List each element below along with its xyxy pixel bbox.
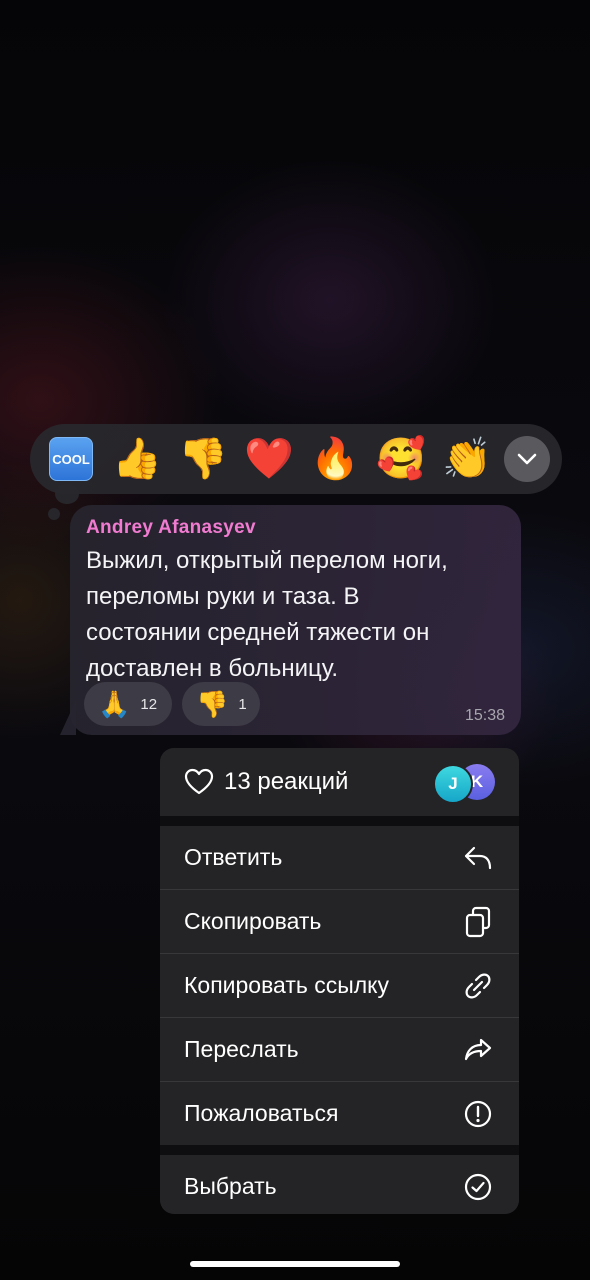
menu-item-label: Ответить bbox=[184, 844, 283, 870]
menu-item-label: Пожаловаться bbox=[184, 1100, 339, 1126]
message-line: состоянии средней тяжести он bbox=[86, 619, 430, 646]
reactions-count-label: 13 реакций bbox=[224, 768, 349, 795]
reply-icon bbox=[463, 843, 493, 873]
reaction-chip-thumbs-down[interactable]: 👎 1 bbox=[182, 682, 260, 726]
forward-icon bbox=[463, 1035, 493, 1065]
clapping-hands-emoji[interactable]: 👏 bbox=[434, 426, 500, 492]
avatar: J bbox=[433, 764, 473, 804]
copy-icon bbox=[463, 906, 493, 937]
context-menu: 13 реакций K J Ответить Скопировать Копи… bbox=[160, 748, 519, 1214]
thumbs-down-emoji: 👎 bbox=[196, 688, 229, 719]
message-reactions: 🙏 12 👎 1 bbox=[84, 682, 260, 726]
message-bubble[interactable]: Andrey Afanasyev Выжил, открытый перелом… bbox=[70, 505, 521, 735]
reaction-picker: COOL 👍 👎 ❤️ 🔥 🥰 👏 bbox=[30, 424, 562, 494]
select-menu-item[interactable]: Выбрать bbox=[160, 1155, 519, 1214]
red-heart-emoji[interactable]: ❤️ bbox=[236, 426, 302, 492]
chevron-down-icon bbox=[517, 453, 537, 465]
thumbs-up-emoji[interactable]: 👍 bbox=[104, 426, 170, 492]
menu-item-label: Выбрать bbox=[184, 1173, 277, 1199]
link-icon bbox=[463, 971, 493, 1001]
reactions-summary-row[interactable]: 13 реакций K J bbox=[160, 748, 519, 816]
thumbs-down-emoji[interactable]: 👎 bbox=[170, 426, 236, 492]
menu-separator bbox=[160, 816, 519, 826]
smiling-face-with-hearts-emoji[interactable]: 🥰 bbox=[368, 426, 434, 492]
home-indicator[interactable] bbox=[190, 1261, 400, 1267]
cool-emoji[interactable]: COOL bbox=[38, 426, 104, 492]
message-line: Выжил, открытый перелом ноги, bbox=[86, 547, 448, 574]
message-time: 15:38 bbox=[464, 707, 505, 724]
reactor-avatars: K J bbox=[433, 764, 495, 804]
folded-hands-emoji: 🙏 bbox=[98, 688, 131, 719]
menu-separator bbox=[160, 1145, 519, 1155]
report-menu-item[interactable]: Пожаловаться bbox=[160, 1081, 519, 1145]
fire-emoji[interactable]: 🔥 bbox=[302, 426, 368, 492]
reaction-chip-pray[interactable]: 🙏 12 bbox=[84, 682, 172, 726]
message-author[interactable]: Andrey Afanasyev bbox=[86, 517, 505, 539]
report-icon bbox=[463, 1099, 493, 1129]
picker-tail-dot bbox=[48, 508, 60, 520]
copy-link-menu-item[interactable]: Копировать ссылку bbox=[160, 953, 519, 1017]
menu-item-label: Копировать ссылку bbox=[184, 972, 390, 998]
expand-reactions-button[interactable] bbox=[504, 436, 550, 482]
cool-emoji-label: COOL bbox=[49, 437, 93, 481]
message-line: переломы руки и таза. В bbox=[86, 583, 360, 610]
message-text: Выжил, открытый перелом ноги, переломы р… bbox=[86, 543, 505, 687]
forward-menu-item[interactable]: Переслать bbox=[160, 1017, 519, 1081]
copy-menu-item[interactable]: Скопировать bbox=[160, 889, 519, 953]
checkmark-circle-icon bbox=[463, 1172, 493, 1202]
reaction-count: 12 bbox=[140, 695, 158, 713]
menu-item-label: Скопировать bbox=[184, 908, 322, 934]
menu-item-label: Переслать bbox=[184, 1036, 299, 1062]
heart-outline-icon bbox=[184, 768, 214, 795]
reply-menu-item[interactable]: Ответить bbox=[160, 826, 519, 889]
reaction-count: 1 bbox=[238, 695, 247, 713]
